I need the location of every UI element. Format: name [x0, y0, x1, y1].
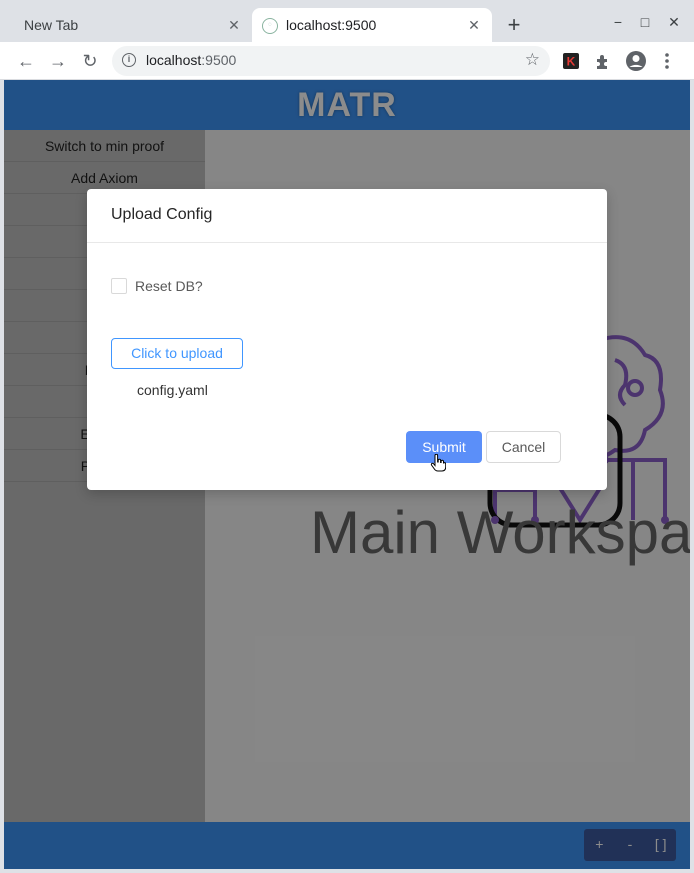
- window-close-icon[interactable]: ✕: [666, 14, 682, 30]
- extension-k-icon[interactable]: K: [562, 52, 580, 70]
- tab-title: localhost:9500: [286, 17, 377, 33]
- bookmark-star-icon[interactable]: ☆: [525, 50, 540, 70]
- reset-db-option[interactable]: Reset DB?: [111, 278, 203, 294]
- uploaded-file-name: config.yaml: [137, 382, 208, 398]
- tab-new-tab[interactable]: New Tab ✕: [8, 8, 252, 42]
- back-icon[interactable]: ←: [15, 50, 37, 72]
- svg-text:K: K: [567, 55, 576, 69]
- url-host: localhost: [146, 52, 202, 68]
- browser-toolbar: ← → ↻ i localhost:9500 ☆ K: [0, 42, 694, 80]
- cancel-button[interactable]: Cancel: [486, 431, 561, 463]
- url-port: :9500: [201, 52, 237, 68]
- hand-cursor-icon: [430, 454, 446, 472]
- upload-config-modal: Upload Config Reset DB? Click to upload …: [87, 189, 607, 490]
- menu-kebab-icon[interactable]: [660, 52, 674, 70]
- new-tab-button[interactable]: +: [502, 12, 526, 38]
- profile-avatar-icon[interactable]: [625, 50, 647, 72]
- close-icon[interactable]: ✕: [466, 17, 482, 33]
- modal-title: Upload Config: [111, 206, 213, 223]
- modal-header: Upload Config: [87, 189, 607, 243]
- tab-title: New Tab: [24, 17, 79, 33]
- address-bar[interactable]: i localhost:9500 ☆: [112, 46, 550, 76]
- url-text: localhost:9500: [146, 52, 236, 68]
- extensions-puzzle-icon[interactable]: [594, 52, 612, 70]
- reset-db-checkbox[interactable]: [111, 278, 127, 294]
- site-info-icon[interactable]: i: [122, 53, 136, 67]
- forward-icon[interactable]: →: [47, 50, 69, 72]
- reset-db-label[interactable]: Reset DB?: [135, 278, 203, 294]
- minimize-icon[interactable]: −: [610, 14, 626, 30]
- upload-button[interactable]: Click to upload: [111, 338, 243, 369]
- maximize-icon[interactable]: □: [637, 14, 653, 30]
- reload-icon[interactable]: ↻: [79, 50, 101, 72]
- close-icon[interactable]: ✕: [226, 17, 242, 33]
- favicon-icon: ◌: [262, 18, 278, 34]
- browser-tab-strip: New Tab ✕ ◌ localhost:9500 ✕ + − □ ✕: [0, 0, 694, 42]
- tab-localhost[interactable]: ◌ localhost:9500 ✕: [252, 8, 492, 42]
